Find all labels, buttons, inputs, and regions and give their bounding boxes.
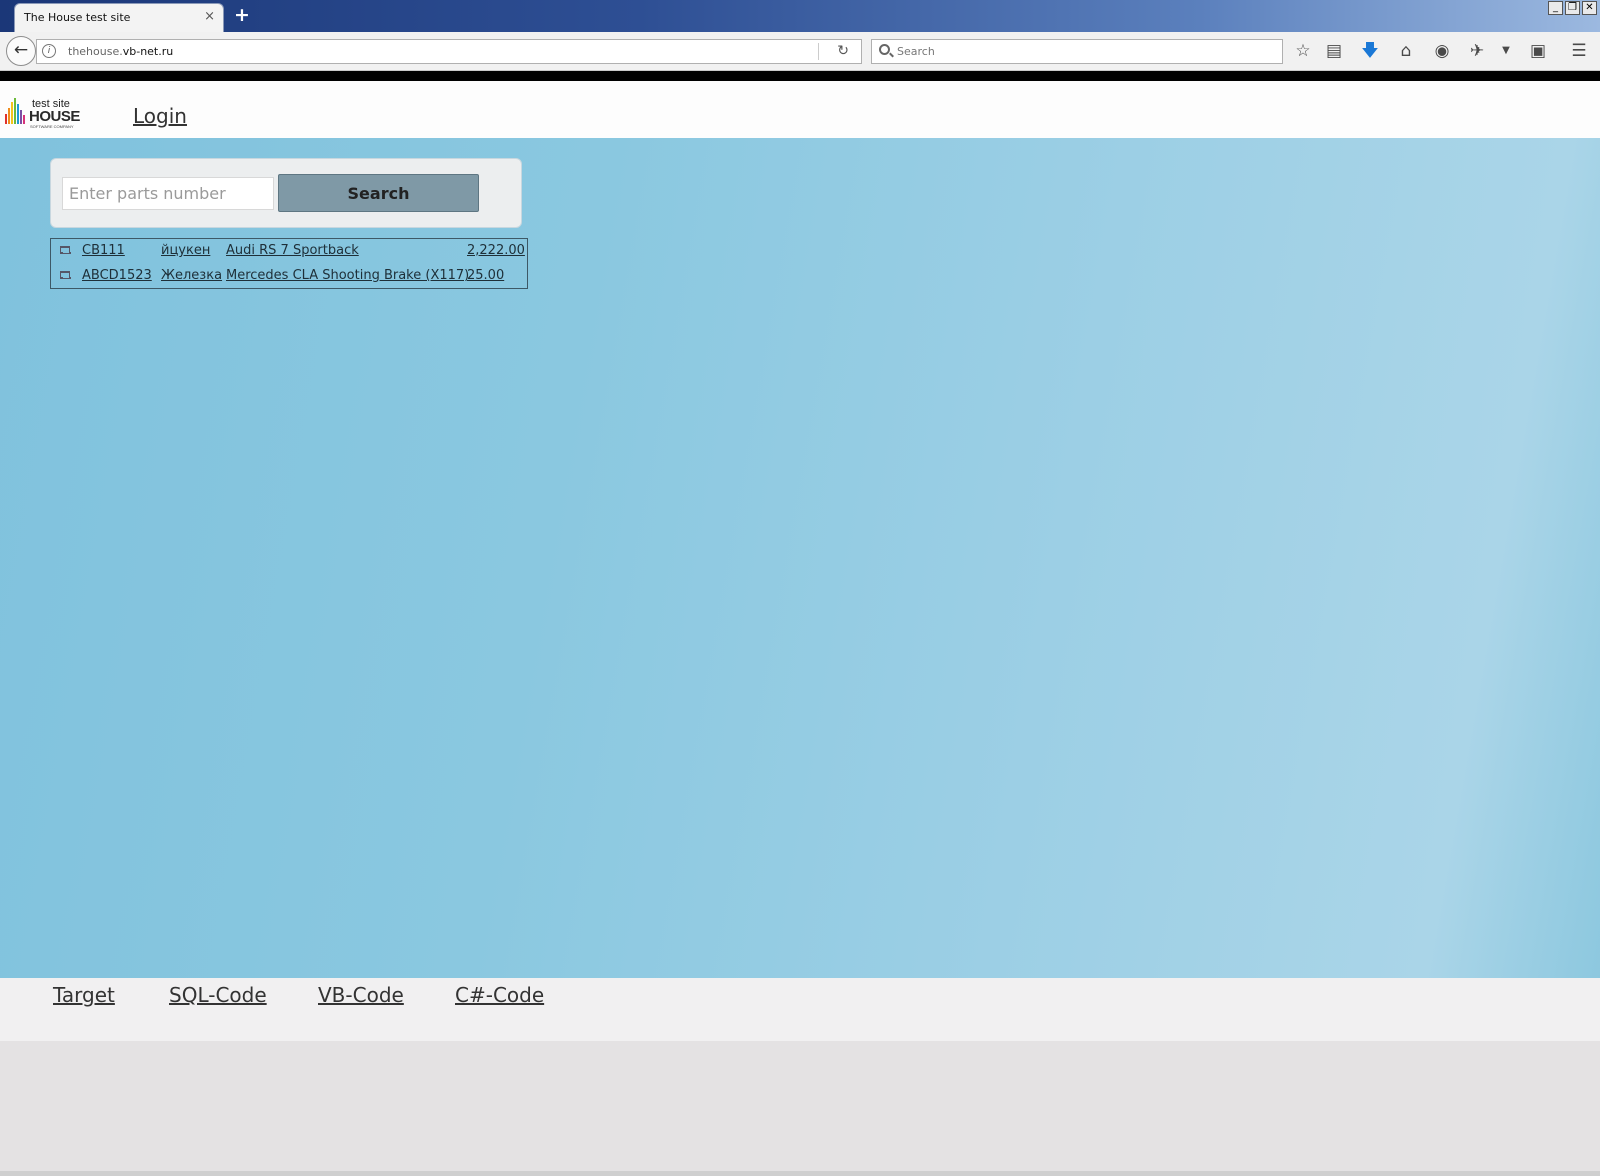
new-tab-icon[interactable]: + [234, 4, 250, 26]
part-number-link[interactable]: ABCD1523 [82, 268, 152, 283]
site-info-icon[interactable]: i [42, 44, 56, 58]
pocket-icon[interactable]: ◉ [1432, 41, 1452, 61]
logo-bar [11, 102, 13, 124]
address-bar[interactable]: i thehouse.vb-net.ru ↻ [36, 39, 862, 64]
site-logo[interactable]: test site HOUSE SOFTWARE COMPANY [5, 98, 80, 129]
back-button[interactable]: ← [6, 36, 36, 66]
bookmark-star-icon[interactable]: ☆ [1293, 41, 1313, 61]
menu-hamburger-icon[interactable]: ☰ [1569, 41, 1589, 61]
cart-icon[interactable] [58, 244, 71, 255]
extension-icon[interactable]: ✈ [1467, 41, 1487, 61]
tab-close-icon[interactable]: × [204, 9, 215, 24]
logo-bar [8, 108, 10, 124]
browser-tab[interactable]: The House test site × [14, 3, 224, 32]
restore-window-button[interactable]: ❐ [1565, 1, 1580, 15]
url-host: vb-net.ru [122, 45, 174, 58]
footer-link-csharp-code[interactable]: C#-Code [455, 983, 544, 1007]
brand-link[interactable]: йцукен [161, 243, 210, 258]
dropdown-chevron-icon[interactable]: ▼ [1496, 41, 1516, 61]
price-link[interactable]: 25.00 [467, 268, 504, 283]
browser-search-placeholder: Search [897, 45, 935, 58]
model-link[interactable]: Mercedes CLA Shooting Brake (X117) [226, 268, 469, 283]
parts-number-input[interactable] [62, 177, 274, 210]
part-number-link[interactable]: CB111 [82, 243, 125, 258]
window-bottom-edge [0, 1171, 1600, 1176]
main-content: Search CB111 йцукен Audi RS 7 Sportback … [0, 138, 1600, 978]
footer-link-target[interactable]: Target [53, 983, 115, 1007]
login-link[interactable]: Login [133, 104, 187, 128]
back-arrow-icon: ← [13, 40, 29, 60]
page-top-strip [0, 71, 1600, 81]
cart-icon[interactable] [58, 269, 71, 280]
price-link[interactable]: 2,222.00 [467, 243, 525, 258]
download-icon[interactable]: 🡇 [1360, 41, 1380, 61]
close-window-button[interactable]: ✕ [1582, 1, 1597, 15]
search-button[interactable]: Search [278, 174, 479, 212]
url-divider [818, 43, 819, 60]
chat-icon[interactable]: ▣ [1528, 41, 1548, 61]
results-table: CB111 йцукен Audi RS 7 Sportback 2,222.0… [50, 238, 528, 289]
parts-search-panel: Search [50, 158, 522, 228]
model-link[interactable]: Audi RS 7 Sportback [226, 243, 359, 258]
logo-bar [17, 104, 19, 124]
browser-navbar: ← i thehouse.vb-net.ru ↻ Search ☆ ▤ 🡇 ⌂ … [0, 32, 1600, 71]
page-bottom-area [0, 1041, 1600, 1171]
browser-search-field[interactable]: Search [871, 39, 1283, 64]
table-row: ABCD1523 Железка Mercedes CLA Shooting B… [51, 264, 527, 288]
site-footer: Target SQL-Code VB-Code C#-Code [0, 978, 1600, 1041]
url-text[interactable]: thehouse.vb-net.ru [68, 45, 173, 58]
footer-link-vb-code[interactable]: VB-Code [318, 983, 404, 1007]
logo-sub-text: SOFTWARE COMPANY [30, 124, 74, 129]
reading-list-icon[interactable]: ▤ [1324, 41, 1344, 61]
logo-bar [20, 110, 22, 124]
logo-bar [5, 114, 7, 124]
footer-link-sql-code[interactable]: SQL-Code [169, 983, 267, 1007]
url-prefix: thehouse. [68, 45, 123, 58]
logo-main-text: HOUSE [29, 108, 80, 125]
table-row: CB111 йцукен Audi RS 7 Sportback 2,222.0… [51, 239, 527, 263]
search-icon [879, 44, 890, 55]
browser-titlebar: The House test site × + _ ❐ ✕ [0, 0, 1600, 32]
brand-link[interactable]: Железка [161, 268, 222, 283]
reload-icon[interactable]: ↻ [837, 43, 849, 59]
minimize-window-button[interactable]: _ [1548, 1, 1563, 15]
tab-title: The House test site [24, 11, 131, 24]
logo-bar [14, 98, 16, 124]
site-header: test site HOUSE SOFTWARE COMPANY Login [0, 81, 1600, 138]
logo-bar [23, 115, 25, 124]
home-icon[interactable]: ⌂ [1396, 41, 1416, 61]
